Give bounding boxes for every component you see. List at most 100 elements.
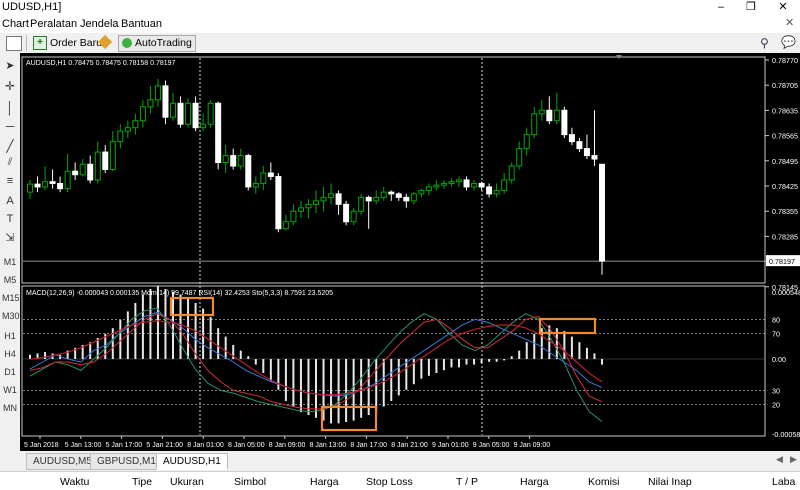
- bear-candle: [34, 183, 41, 188]
- bear-candle: [546, 109, 553, 122]
- chart-window[interactable]: AUDUSD,H1 0.78475 0.78475 0.78158 0.7819…: [20, 53, 800, 451]
- bull-candle: [297, 207, 304, 212]
- bear-candle: [403, 196, 410, 202]
- bull-candle: [313, 200, 319, 205]
- bull-candle: [139, 106, 146, 122]
- timeframe-m1[interactable]: M1: [2, 257, 18, 267]
- menu-jendela[interactable]: Jendela: [80, 18, 119, 30]
- autotrading-button[interactable]: AutoTrading: [118, 35, 196, 52]
- bear-candle: [463, 179, 470, 188]
- col-simbol[interactable]: Simbol: [234, 476, 266, 488]
- cursor-icon[interactable]: ➤: [2, 59, 18, 72]
- bear-candle: [365, 196, 372, 202]
- bull-candle: [64, 170, 71, 190]
- col-waktu[interactable]: Waktu: [60, 476, 89, 488]
- price-label: 0.78495: [772, 157, 798, 166]
- chat-icon[interactable]: 💬: [781, 35, 796, 49]
- autotrading-icon: [122, 38, 132, 48]
- col-harga[interactable]: Harga: [310, 476, 339, 488]
- new-order-button[interactable]: Order Baru: [46, 35, 106, 52]
- col-komisi[interactable]: Komisi: [588, 476, 620, 488]
- bull-candle: [523, 134, 530, 150]
- menu-peralatan[interactable]: Peralatan: [30, 18, 77, 30]
- bear-candle: [162, 85, 169, 118]
- time-label: 8 Jan 21:00: [391, 442, 428, 449]
- indicator-axis-label: -0.000586: [772, 430, 800, 439]
- col-laba[interactable]: Laba: [772, 476, 795, 488]
- tab-audusd-h1[interactable]: AUDUSD,H1: [156, 453, 228, 470]
- mdi-close-icon[interactable]: ✕: [785, 16, 794, 29]
- price-label: 0.78355: [772, 207, 798, 216]
- timeframe-w1[interactable]: W1: [2, 385, 18, 395]
- timeframe-d1[interactable]: D1: [2, 367, 18, 377]
- bear-candle: [102, 151, 109, 170]
- time-label: 9 Jan 05:00: [473, 442, 510, 449]
- terminal-columns: Waktu Tipe Ukuran Simbol Harga Stop Loss…: [0, 471, 800, 490]
- bull-candle: [425, 186, 432, 191]
- bull-candle: [282, 221, 289, 230]
- bear-candle: [568, 134, 575, 143]
- bull-candle: [433, 184, 440, 188]
- indicator-axis-label: 0.000548: [772, 288, 800, 297]
- bull-candle: [471, 182, 478, 188]
- bear-candle: [388, 191, 395, 195]
- bull-candle: [132, 120, 139, 129]
- close-button[interactable]: ✕: [768, 0, 798, 16]
- scroll-right-icon[interactable]: ▶: [790, 454, 797, 465]
- bear-candle: [395, 193, 402, 198]
- vertical-line-icon[interactable]: │: [2, 101, 18, 115]
- crosshair-icon[interactable]: ✛: [2, 79, 18, 93]
- arrows-icon[interactable]: ⇲: [2, 231, 18, 244]
- minimize-button[interactable]: –: [706, 0, 736, 16]
- tab-gbpusd-m1[interactable]: GBPUSD,M1: [90, 453, 163, 470]
- col-ukuran[interactable]: Ukuran: [170, 476, 204, 488]
- bear-candle: [561, 109, 568, 136]
- bull-candle: [380, 191, 387, 198]
- price-label: 0.78425: [772, 182, 798, 191]
- bear-candle: [192, 102, 199, 129]
- col-tipe[interactable]: Tipe: [132, 476, 152, 488]
- bear-candle: [49, 181, 56, 184]
- bull-candle: [410, 193, 417, 202]
- indicator-axis-label: 30: [772, 386, 780, 395]
- col-tp[interactable]: T / P: [456, 476, 478, 488]
- bull-candle: [328, 193, 335, 198]
- timeframe-m30[interactable]: M30: [2, 311, 20, 321]
- time-label: 5 Jan 17:00: [106, 442, 143, 449]
- price-chart[interactable]: AUDUSD,H1 0.78475 0.78475 0.78158 0.7819…: [20, 53, 800, 451]
- fibonacci-icon[interactable]: ≡: [2, 175, 18, 187]
- bull-candle: [553, 109, 560, 122]
- bear-candle: [478, 182, 485, 188]
- timeframe-h1[interactable]: H1: [2, 331, 18, 341]
- bull-candle: [154, 85, 161, 101]
- bear-candle: [215, 102, 222, 164]
- time-label: 5 Jan 21:00: [146, 442, 183, 449]
- col-harga-2[interactable]: Harga: [520, 476, 549, 488]
- profiles-icon[interactable]: [6, 36, 22, 51]
- tab-audusd-m5[interactable]: AUDUSD,M5: [26, 453, 99, 470]
- col-nilai-inap[interactable]: Nilai Inap: [648, 476, 692, 488]
- restore-button[interactable]: ❐: [736, 0, 766, 16]
- autotrading-label: AutoTrading: [135, 37, 192, 49]
- scroll-left-icon[interactable]: ◀: [776, 454, 783, 465]
- trendline-icon[interactable]: ╱: [2, 139, 18, 153]
- search-icon[interactable]: ⚲: [760, 36, 769, 50]
- menu-chart[interactable]: Chart: [2, 18, 29, 30]
- timeframe-h4[interactable]: H4: [2, 349, 18, 359]
- timeframe-mn[interactable]: MN: [2, 403, 18, 413]
- menu-bantuan[interactable]: Bantuan: [121, 18, 162, 30]
- horizontal-line-icon[interactable]: ─: [2, 119, 18, 133]
- bull-candle: [508, 165, 515, 181]
- text-label-icon[interactable]: T: [2, 213, 18, 225]
- left-toolbar: ➤ ✛ │ ─ ╱ ⫽ ≡ A T ⇲ M1 M5 M15 M30 H1 H4 …: [0, 53, 21, 451]
- timeframe-m15[interactable]: M15: [2, 293, 20, 303]
- time-label: 8 Jan 05:00: [228, 442, 265, 449]
- channel-icon[interactable]: ⫽: [2, 157, 18, 168]
- bear-candle: [230, 155, 237, 167]
- col-stop-loss[interactable]: Stop Loss: [366, 476, 413, 488]
- bull-candle: [79, 163, 86, 176]
- timeframe-m5[interactable]: M5: [2, 275, 18, 285]
- text-icon[interactable]: A: [2, 195, 18, 207]
- bear-candle: [57, 182, 64, 190]
- bull-candle: [305, 203, 312, 209]
